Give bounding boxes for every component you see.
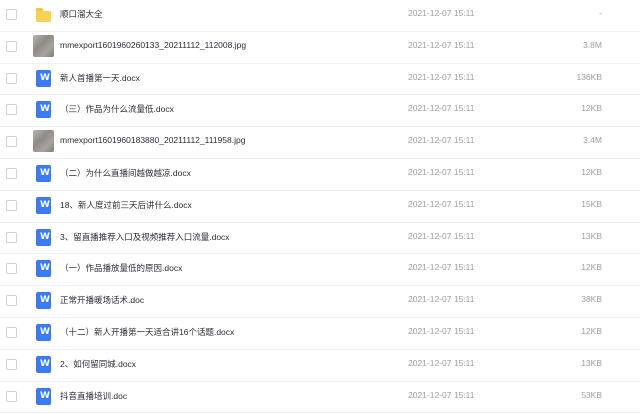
- modified-date: 2021-12-07 15:11: [408, 39, 475, 50]
- file-row[interactable]: W （三）作品为什么流量低.docx 2021-12-07 15:11 12KB: [0, 95, 640, 128]
- file-size: 53KB: [581, 389, 602, 400]
- file-size: 15KB: [581, 198, 602, 209]
- folder-icon: [35, 5, 53, 25]
- file-size: 12KB: [581, 103, 602, 114]
- word-doc-icon: W: [35, 100, 53, 120]
- file-name[interactable]: 正常开播暖场话术.doc: [60, 294, 144, 306]
- file-name[interactable]: （二）为什么直播间越做越凉.docx: [60, 167, 191, 179]
- file-row[interactable]: W （二）为什么直播间越做越凉.docx 2021-12-07 15:11 12KB: [0, 159, 640, 191]
- file-size: 38KB: [581, 294, 602, 305]
- file-size: 12KB: [581, 325, 602, 336]
- image-thumbnail: [33, 130, 54, 153]
- file-row[interactable]: W 18、新人度过前三天后讲什么.docx 2021-12-07 15:11 15KB: [0, 191, 640, 223]
- file-row[interactable]: W 3、留直播推荐入口及视频推荐入口流量.docx 2021-12-07 15:11…: [0, 223, 640, 255]
- file-name[interactable]: 新人首播第一天.docx: [60, 72, 140, 84]
- file-list: 顺口溜大全 2021-12-07 15:11 - mmexport1601960260…: [0, 0, 640, 414]
- modified-date: 2021-12-07 15:11: [408, 357, 475, 368]
- word-doc-icon: W: [35, 228, 53, 248]
- file-name[interactable]: （三）作品为什么流量低.docx: [60, 103, 174, 115]
- modified-date: 2021-12-07 15:11: [408, 325, 475, 336]
- file-size: 3.8M: [583, 39, 602, 50]
- file-name[interactable]: 顺口溜大全: [60, 8, 103, 20]
- file-name[interactable]: 3、留直播推荐入口及视频推荐入口流量.docx: [60, 231, 230, 243]
- file-size: 12KB: [581, 166, 602, 177]
- row-checkbox[interactable]: [6, 9, 17, 20]
- file-row[interactable]: W 正常开播暖场话术.doc 2021-12-07 15:11 38KB: [0, 286, 640, 318]
- file-row[interactable]: W （一）作品播放量低的原因.docx 2021-12-07 15:11 12KB: [0, 254, 640, 287]
- row-checkbox[interactable]: [6, 231, 17, 243]
- row-checkbox[interactable]: [6, 390, 17, 402]
- row-checkbox[interactable]: [6, 167, 17, 179]
- word-doc-icon: W: [35, 69, 53, 89]
- file-row[interactable]: W 抖音直播培训.doc 2021-12-07 15:11 53KB: [0, 382, 640, 414]
- modified-date: 2021-12-07 15:11: [408, 8, 475, 18]
- file-name[interactable]: （十二）新人开播第一天适合讲16个话题.docx: [60, 326, 234, 338]
- file-row[interactable]: mmexport1601960183880_20211112_111958.jp…: [0, 127, 640, 159]
- row-checkbox[interactable]: [6, 358, 17, 370]
- word-doc-icon: W: [35, 355, 53, 375]
- row-checkbox[interactable]: [6, 199, 17, 211]
- file-name[interactable]: 抖音直播培训.doc: [60, 390, 127, 402]
- row-checkbox[interactable]: [6, 72, 17, 84]
- modified-date: 2021-12-07 15:11: [408, 103, 475, 114]
- image-thumbnail: [33, 34, 54, 57]
- file-size: 3.4M: [583, 135, 602, 146]
- file-size: 13KB: [581, 357, 602, 368]
- file-row[interactable]: W 2、如何留同城.docx 2021-12-07 15:11 13KB: [0, 350, 640, 382]
- file-name[interactable]: 2、如何留同城.docx: [60, 358, 136, 370]
- file-name[interactable]: 18、新人度过前三天后讲什么.docx: [60, 199, 192, 211]
- row-checkbox[interactable]: [6, 326, 17, 338]
- word-doc-icon: W: [35, 387, 53, 407]
- modified-date: 2021-12-07 15:11: [408, 198, 475, 209]
- modified-date: 2021-12-07 15:11: [408, 230, 475, 241]
- file-row[interactable]: W （十二）新人开播第一天适合讲16个话题.docx 2021-12-07 15:1…: [0, 318, 640, 350]
- file-name[interactable]: mmexport1601960260133_20211112_112008.jp…: [60, 40, 246, 50]
- modified-date: 2021-12-07 15:11: [408, 135, 475, 146]
- modified-date: 2021-12-07 15:11: [408, 389, 475, 400]
- file-row[interactable]: 顺口溜大全 2021-12-07 15:11 -: [0, 0, 640, 32]
- file-size: -: [599, 8, 602, 18]
- modified-date: 2021-12-07 15:11: [408, 166, 475, 177]
- row-checkbox[interactable]: [6, 136, 17, 148]
- word-doc-icon: W: [35, 323, 53, 343]
- row-checkbox[interactable]: [6, 295, 17, 307]
- file-size: 136KB: [576, 71, 602, 82]
- file-size: 13KB: [581, 230, 602, 241]
- file-name[interactable]: （一）作品播放量低的原因.docx: [60, 262, 182, 274]
- word-doc-icon: W: [35, 259, 53, 279]
- file-size: 12KB: [581, 262, 602, 273]
- modified-date: 2021-12-07 15:11: [408, 294, 475, 305]
- modified-date: 2021-12-07 15:11: [408, 262, 475, 273]
- row-checkbox[interactable]: [6, 40, 17, 52]
- word-doc-icon: W: [35, 291, 53, 311]
- file-row[interactable]: mmexport1601960260133_20211112_112008.jp…: [0, 32, 640, 64]
- row-checkbox[interactable]: [6, 104, 17, 116]
- word-doc-icon: W: [35, 196, 53, 216]
- word-doc-icon: W: [35, 164, 53, 184]
- file-row[interactable]: W 新人首播第一天.docx 2021-12-07 15:11 136KB: [0, 64, 640, 96]
- file-name[interactable]: mmexport1601960183880_20211112_111958.jp…: [60, 135, 245, 145]
- modified-date: 2021-12-07 15:11: [408, 71, 475, 82]
- row-checkbox[interactable]: [6, 263, 17, 275]
